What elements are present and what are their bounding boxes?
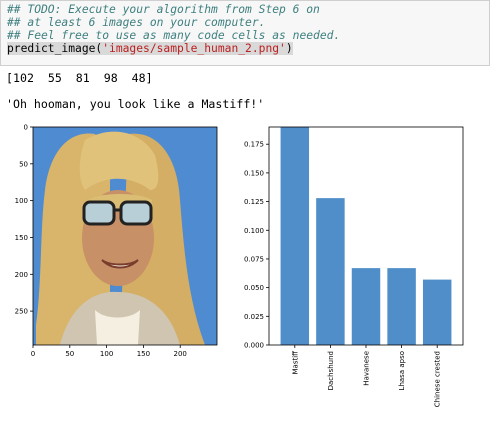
bar-chinese-crested <box>422 279 452 345</box>
bar-y-tick-label: 0.150 <box>244 169 264 177</box>
bar-dachshund <box>316 198 345 345</box>
bar-lhasa-apso <box>387 268 416 345</box>
code-string-argument: 'images/sample_human_2.png' <box>102 42 286 55</box>
code-function-name: predict_image( <box>7 42 103 55</box>
image-plot: 0 50 100 150 200 0 50 100 150 200 250 <box>15 124 218 358</box>
image-x-axis: 0 50 100 150 200 <box>31 345 187 358</box>
bar-y-tick-label: 0.025 <box>244 313 264 321</box>
image-plot-photo <box>33 127 217 345</box>
bar-y-tick-label: 0.175 <box>244 141 264 149</box>
bar-y-tick-label: 0.100 <box>244 227 264 235</box>
bar-y-tick-label: 0.000 <box>244 342 264 350</box>
image-y-axis: 0 50 100 150 200 250 <box>15 124 33 316</box>
bar-havanese <box>351 268 381 345</box>
code-call-line: predict_image('images/sample_human_2.png… <box>7 42 293 55</box>
image-y-tick-label: 0 <box>24 124 28 132</box>
image-y-tick-label: 200 <box>15 271 28 279</box>
image-x-tick-label: 100 <box>100 350 113 358</box>
bar-chart-bars <box>280 127 452 345</box>
image-x-tick-label: 150 <box>137 350 150 358</box>
bar-x-tick-label: Lhasa apso <box>398 351 406 390</box>
bar-mastiff <box>280 127 310 345</box>
bar-chart-y-axis: 0.000 0.025 0.050 0.075 0.100 0.125 0.150 0.175 <box>244 141 269 350</box>
bar-x-tick-label: Havanese <box>363 351 371 386</box>
bar-chart: 0.000 0.025 0.050 0.075 0.100 0.125 0.150 0.175… <box>244 126 464 407</box>
code-comment-line-3: ## Feel free to use as many code cells a… <box>7 29 341 42</box>
image-x-tick-label: 0 <box>31 350 35 358</box>
bar-y-tick-label: 0.050 <box>244 284 264 292</box>
image-x-tick-label: 200 <box>174 350 187 358</box>
code-close-paren: ) <box>285 42 293 55</box>
code-comment-line-1: ## TODO: Execute your algorithm from Ste… <box>7 3 320 16</box>
code-comment-line-2: ## at least 6 images on your computer. <box>7 16 266 29</box>
bar-x-tick-label: Dachshund <box>327 351 335 390</box>
code-input-cell[interactable]: ## TODO: Execute your algorithm from Ste… <box>0 0 490 66</box>
output-message-text: 'Oh hooman, you look like a Mastiff!' <box>6 97 265 111</box>
bar-y-tick-label: 0.075 <box>244 255 264 263</box>
code-editor[interactable]: ## TODO: Execute your algorithm from Ste… <box>7 3 340 55</box>
image-y-tick-label: 250 <box>15 308 28 316</box>
image-y-tick-label: 50 <box>19 160 28 168</box>
output-array-text: [102 55 81 98 48] <box>6 71 153 85</box>
bar-x-tick-label: Chinese crested <box>434 351 442 407</box>
bar-chart-x-axis: Mastiff Dachshund Havanese Lhasa apso Chines… <box>291 345 442 407</box>
image-x-tick-label: 50 <box>65 350 74 358</box>
image-y-tick-label: 150 <box>15 234 28 242</box>
bar-y-tick-label: 0.125 <box>244 198 264 206</box>
bar-x-tick-label: Mastiff <box>291 351 299 375</box>
image-y-tick-label: 100 <box>15 197 28 205</box>
